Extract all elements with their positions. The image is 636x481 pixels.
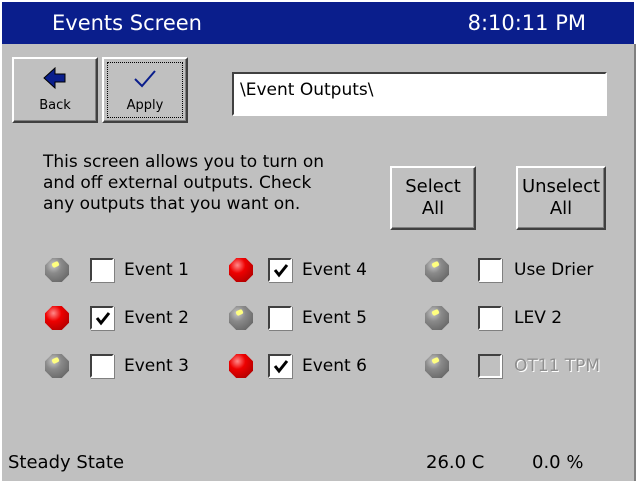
apply-button-label: Apply [126,98,164,113]
select-all-label-line2: All [421,198,445,219]
description-line: This screen allows you to turn on [43,152,325,172]
output-checkbox[interactable] [478,306,502,330]
output-checkbox[interactable] [90,306,114,330]
checkmark-icon [273,264,289,278]
unselect-all-label-line2: All [549,198,573,219]
status-temperature: 26.0 C [426,452,485,473]
output-label: OT11 TPM [514,356,601,376]
checkmark-icon [95,312,111,326]
back-button[interactable]: Back [12,57,98,123]
output-label: LEV 2 [514,308,563,328]
description-line: and off external outputs. Check [43,173,312,193]
output-label: Event 6 [302,356,367,376]
status-led-icon [229,354,253,378]
checkmark-icon [273,360,289,374]
status-led-icon [229,258,253,282]
apply-button[interactable]: Apply [102,57,188,123]
output-checkbox[interactable] [90,354,114,378]
path-field[interactable]: \Event Outputs\ [232,72,607,116]
status-state: Steady State [8,452,125,473]
output-label: Event 1 [124,260,189,280]
output-label: Event 5 [302,308,367,328]
back-button-label: Back [39,98,71,113]
output-checkbox[interactable] [268,306,292,330]
status-led-icon [425,354,449,378]
status-led-icon [425,306,449,330]
select-all-button[interactable]: Select All [390,166,476,230]
output-label: Event 2 [124,308,189,328]
screen-description: This screen allows you to turn on and of… [43,152,373,215]
title-bar: Events Screen 8:10:11 PM [0,0,636,44]
status-led-icon [425,258,449,282]
output-label: Use Drier [514,260,594,280]
output-checkbox[interactable] [90,258,114,282]
status-led-icon [45,258,69,282]
output-label: Event 3 [124,356,189,376]
output-checkbox[interactable] [268,258,292,282]
status-led-icon [45,354,69,378]
clock: 8:10:11 PM [467,11,586,35]
back-arrow-icon [14,66,96,97]
output-checkbox[interactable] [478,258,502,282]
unselect-all-label-line1: Unselect [521,176,601,197]
status-percent: 0.0 % [532,452,584,473]
status-led-icon [45,306,69,330]
screen-title: Events Screen [52,11,202,35]
select-all-label-line1: Select [405,176,461,197]
status-led-icon [229,306,253,330]
output-label: Event 4 [302,260,367,280]
output-checkbox[interactable] [268,354,292,378]
output-checkbox [478,354,502,378]
checkmark-icon [104,67,186,95]
description-line: any outputs that you want on. [43,194,301,214]
unselect-all-button[interactable]: Unselect All [516,166,606,230]
